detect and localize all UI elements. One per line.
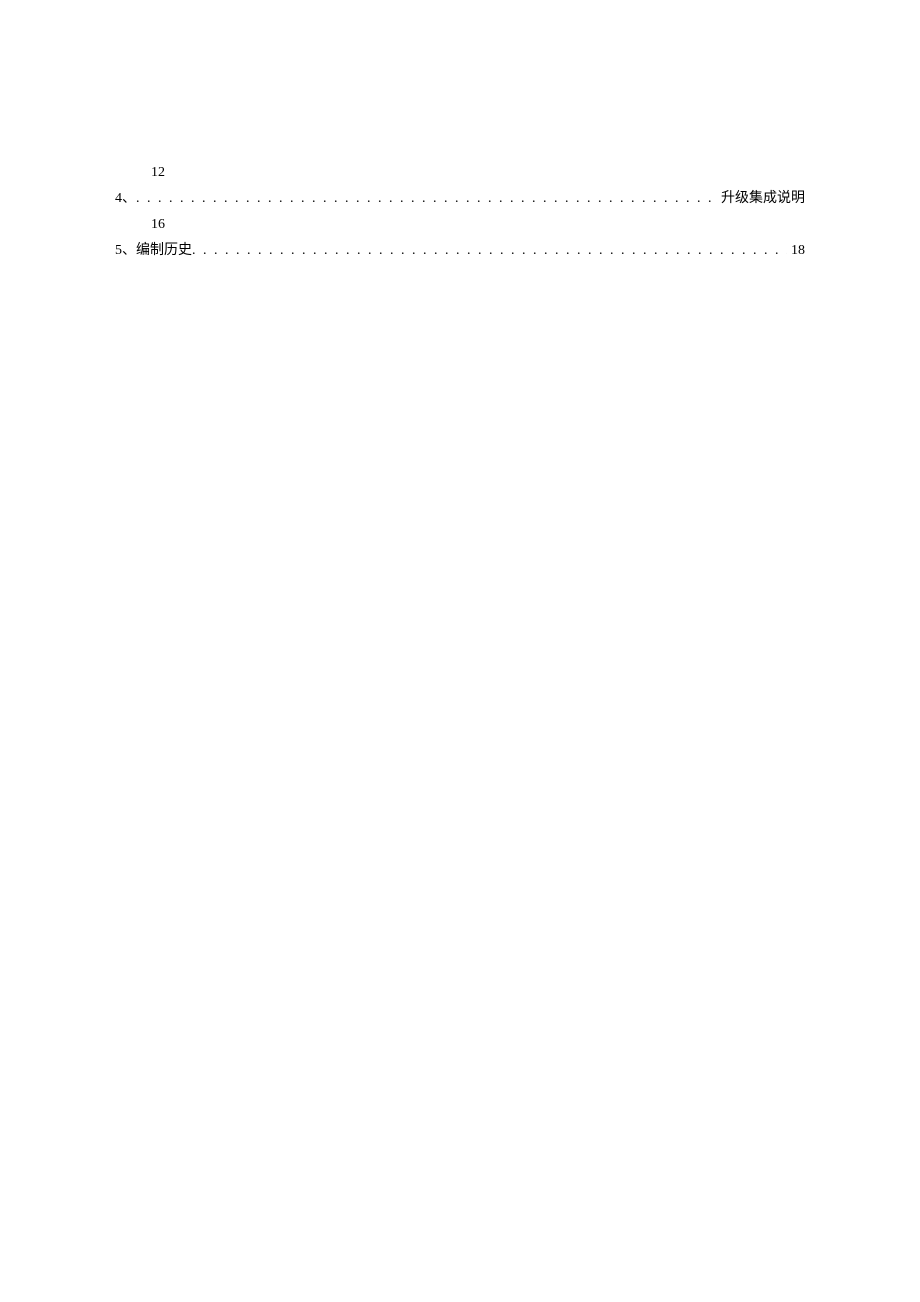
toc-leader-dots	[136, 186, 717, 212]
toc-entry: 4、 升级集成说明	[115, 186, 805, 212]
toc-page-number: 12	[151, 165, 165, 180]
toc-entry-number: 4、	[115, 186, 136, 212]
toc-entry-number: 5、	[115, 238, 136, 264]
toc-entry: 5、 编制历史 18	[115, 238, 805, 264]
toc-entry-title: 编制历史	[136, 238, 192, 264]
toc-continuation-page: 12	[115, 160, 805, 186]
toc-entry-label: 升级集成说明	[717, 186, 805, 212]
toc-continuation-page: 16	[115, 212, 805, 238]
document-page: 12 4、 升级集成说明 16 5、 编制历史 18	[0, 0, 920, 264]
toc-page-number: 18	[787, 238, 805, 264]
toc-leader-dots	[192, 238, 787, 264]
toc-page-number: 16	[151, 217, 165, 232]
